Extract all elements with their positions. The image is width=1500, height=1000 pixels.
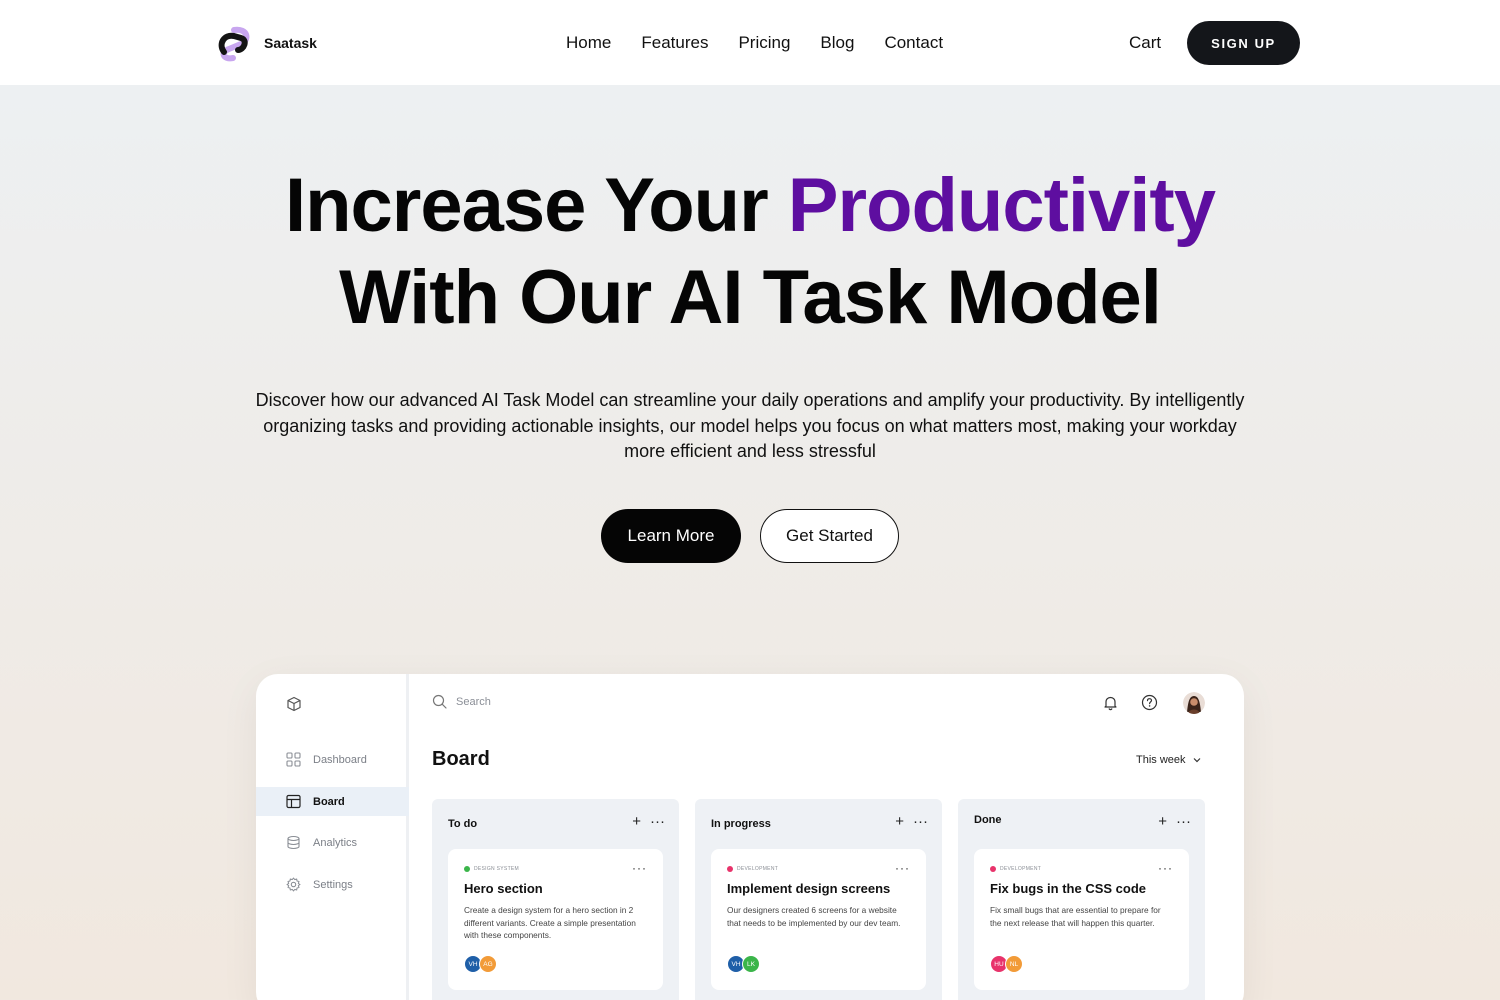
sidebar-item-label: Dashboard xyxy=(313,753,367,766)
brand-name: Saatask xyxy=(264,35,317,51)
sidebar-item-dashboard[interactable]: Dashboard xyxy=(256,745,409,774)
sidebar-item-analytics[interactable]: Analytics xyxy=(256,828,409,857)
user-avatar[interactable] xyxy=(1183,692,1205,714)
assignee-avatars: VH AG xyxy=(464,955,497,973)
task-tag: DEVELOPMENT xyxy=(990,866,1041,872)
sign-up-button[interactable]: SIGN UP xyxy=(1187,21,1300,65)
chevron-down-icon xyxy=(1193,758,1200,763)
card-more-icon[interactable]: ··· xyxy=(1158,861,1173,875)
add-icon[interactable]: + xyxy=(632,814,641,829)
tag-label: DEVELOPMENT xyxy=(737,866,779,872)
more-icon[interactable]: ··· xyxy=(1176,814,1191,829)
bell-icon[interactable] xyxy=(1102,694,1119,711)
nav-link-pricing[interactable]: Pricing xyxy=(738,33,790,53)
column-actions: + ··· xyxy=(1158,814,1191,829)
assignee-avatar: AG xyxy=(479,955,497,973)
period-select[interactable]: This week xyxy=(1136,754,1202,766)
add-icon[interactable]: + xyxy=(1158,814,1167,829)
assignee-avatars: HU NL xyxy=(990,955,1023,973)
board-title: Board xyxy=(432,748,490,770)
nav-link-features[interactable]: Features xyxy=(641,33,708,53)
task-description: Create a design system for a hero sectio… xyxy=(464,905,636,940)
card-more-icon[interactable]: ··· xyxy=(895,861,910,875)
cube-logo-icon xyxy=(287,696,301,712)
database-icon xyxy=(287,835,300,850)
task-card[interactable]: DEVELOPMENT ··· Implement design screens… xyxy=(711,849,926,990)
task-tag: DEVELOPMENT xyxy=(727,866,778,872)
sidebar-item-label: Analytics xyxy=(313,836,358,849)
nav-link-contact[interactable]: Contact xyxy=(884,33,943,53)
more-icon[interactable]: ··· xyxy=(913,814,928,829)
board-column-in-progress: In progress + ··· DEVELOPMENT ··· Implem… xyxy=(695,799,942,1000)
task-description: Our designers created 6 screens for a we… xyxy=(727,905,901,928)
learn-more-button[interactable]: Learn More xyxy=(601,509,741,563)
search-input[interactable]: Search xyxy=(432,694,491,709)
task-tag: DESIGN SYSTEM xyxy=(464,866,519,872)
task-card[interactable]: DESIGN SYSTEM ··· Hero section Create a … xyxy=(448,849,663,990)
get-started-button[interactable]: Get Started xyxy=(760,509,899,563)
search-icon xyxy=(432,694,447,709)
sidebar-item-board[interactable]: Board xyxy=(256,787,409,816)
help-icon[interactable] xyxy=(1141,694,1158,711)
column-actions: + ··· xyxy=(632,814,665,829)
board-icon xyxy=(286,794,301,809)
tag-dot xyxy=(990,866,996,872)
saatask-logo-icon xyxy=(218,26,250,62)
brand-logo[interactable]: Saatask xyxy=(214,22,317,64)
hero-title-line2: With Our AI Task Model xyxy=(339,255,1162,340)
period-value: This week xyxy=(1136,754,1186,766)
column-title: Done xyxy=(974,814,1002,826)
hero-subtitle: Discover how our advanced AI Task Model … xyxy=(255,390,1245,461)
cart-link[interactable]: Cart xyxy=(1129,33,1161,53)
app-sidebar: Dashboard Board Analytics Settings xyxy=(256,674,409,1000)
task-description: Fix small bugs that are essential to pre… xyxy=(990,905,1161,928)
board-column-todo: To do + ··· DESIGN SYSTEM ··· Hero secti… xyxy=(432,799,679,1000)
card-more-icon[interactable]: ··· xyxy=(632,861,647,875)
column-title: To do xyxy=(448,818,478,830)
task-title: Implement design screens xyxy=(727,881,891,896)
sidebar-item-label: Settings xyxy=(313,878,353,891)
column-actions: + ··· xyxy=(895,814,928,829)
hero-title-part1: Increase Your xyxy=(285,163,788,248)
search-placeholder: Search xyxy=(456,695,491,708)
tag-label: DESIGN SYSTEM xyxy=(474,866,520,872)
assignee-avatar: LK xyxy=(742,955,760,973)
board-column-done: Done + ··· DEVELOPMENT ··· Fix bugs in t… xyxy=(958,799,1205,1000)
tag-label: DEVELOPMENT xyxy=(1000,866,1042,872)
hero-title-accent: Productivity xyxy=(787,163,1216,248)
gear-icon xyxy=(286,877,301,892)
app-preview: Dashboard Board Analytics Settings Searc… xyxy=(256,674,1244,1000)
assignee-avatars: VH LK xyxy=(727,955,760,973)
sidebar-item-settings[interactable]: Settings xyxy=(256,870,409,899)
add-icon[interactable]: + xyxy=(895,814,904,829)
nav-link-home[interactable]: Home xyxy=(566,33,611,53)
top-navbar: Saatask Home Features Pricing Blog Conta… xyxy=(0,0,1500,85)
task-card[interactable]: DEVELOPMENT ··· Fix bugs in the CSS code… xyxy=(974,849,1189,990)
sidebar-item-label: Board xyxy=(313,795,345,808)
task-title: Fix bugs in the CSS code xyxy=(990,881,1147,896)
assignee-avatar: NL xyxy=(1005,955,1023,973)
tag-dot xyxy=(727,866,733,872)
more-icon[interactable]: ··· xyxy=(650,814,665,829)
tag-dot xyxy=(464,866,470,872)
nav-link-blog[interactable]: Blog xyxy=(820,33,854,53)
app-main: Search Board This week To do + ··· DESIG… xyxy=(412,674,1244,1000)
column-title: In progress xyxy=(711,818,771,830)
grid-icon xyxy=(286,752,301,767)
hero-title: Increase Your Productivity With Our AI T… xyxy=(0,160,1500,344)
task-title: Hero section xyxy=(464,881,543,896)
main-nav: Home Features Pricing Blog Contact xyxy=(566,33,943,53)
